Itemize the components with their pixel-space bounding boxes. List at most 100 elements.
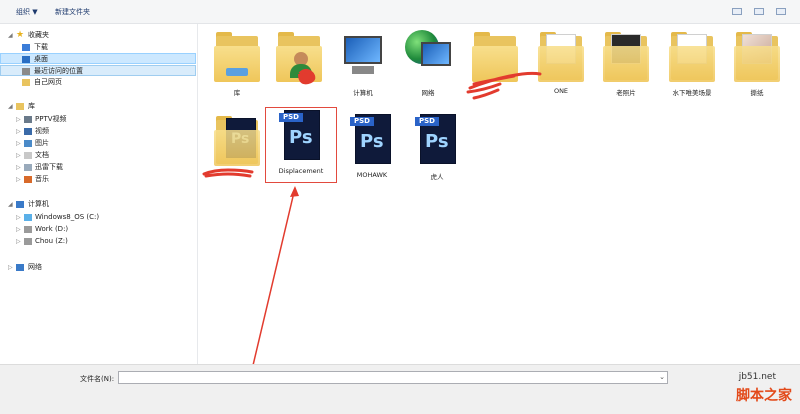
nav-library[interactable]: ◢ 库 — [0, 101, 196, 112]
documents-library-icon — [24, 152, 32, 159]
folder-icon — [536, 28, 586, 84]
nav-item-label: Chou (Z:) — [35, 237, 68, 245]
nav-item-thunder[interactable]: ▷ 迅雷下载 — [0, 162, 196, 173]
nav-network[interactable]: ▷ 网络 — [0, 262, 196, 273]
item-psd-displacement[interactable]: PSD Ps Displacement — [265, 107, 337, 183]
psd-file-icon: PSD Ps — [412, 112, 462, 168]
new-folder-button[interactable]: 新建文件夹 — [55, 7, 90, 17]
nav-item-pictures[interactable]: ▷ 图片 — [0, 138, 196, 149]
nav-favorites[interactable]: ◢ ★ 收藏夹 — [0, 30, 196, 41]
nav-item-desktop[interactable]: 桌面 — [0, 53, 196, 64]
expand-icon[interactable]: ▷ — [16, 236, 21, 247]
video-library-icon — [24, 116, 32, 123]
network-icon — [403, 28, 453, 84]
expand-icon[interactable]: ▷ — [16, 150, 21, 161]
expand-icon[interactable]: ▷ — [8, 262, 13, 273]
system-drive-icon — [24, 214, 32, 221]
collapse-icon[interactable]: ◢ — [8, 101, 13, 112]
filename-bar: 文件名(N): ⌄ — [0, 364, 800, 414]
nav-item-webpages[interactable]: 自己网页 — [0, 77, 196, 88]
folder-icon — [667, 28, 717, 84]
item-label: 水下唯美场景 — [672, 89, 712, 97]
item-user[interactable] — [268, 28, 330, 87]
nav-item-recent[interactable]: 最近访问的位置 — [0, 65, 196, 76]
nav-library-label: 库 — [28, 102, 35, 110]
watermark-brand: 脚本之家 — [736, 388, 792, 404]
nav-computer[interactable]: ◢ 计算机 — [0, 199, 196, 210]
item-label: 计算机 — [353, 89, 373, 97]
toolbar: 组织 ▼ 新建文件夹 — [0, 0, 800, 24]
item-folder-one[interactable]: ONE — [530, 28, 592, 95]
item-folder-old-photos[interactable]: 老照片 — [595, 28, 657, 97]
view-options-icon[interactable] — [732, 8, 742, 15]
psd-ps-text: Ps — [425, 131, 449, 152]
item-psd-tiger-man[interactable]: PSD Ps 虎人 — [406, 112, 468, 181]
preview-pane-icon[interactable] — [754, 8, 764, 15]
chevron-down-icon[interactable]: ⌄ — [659, 373, 665, 381]
nav-item-music[interactable]: ▷ 音乐 — [0, 174, 196, 185]
item-folder-underwater[interactable]: 水下唯美场景 — [661, 28, 723, 97]
psd-tag-text: PSD — [279, 113, 303, 122]
navigation-pane: ◢ ★ 收藏夹 下载 桌面 最近访问的位置 自己网页 ◢ 库 ▷ PPTV视频 … — [0, 24, 198, 364]
network-drive-icon — [24, 238, 32, 245]
help-icon[interactable] — [776, 8, 786, 15]
collapse-icon[interactable]: ◢ — [8, 199, 13, 210]
filename-label: 文件名(N): — [80, 375, 115, 383]
nav-item-drive-d[interactable]: ▷ Work (D:) — [0, 224, 196, 235]
nav-network-label: 网络 — [28, 263, 42, 271]
file-list: 库 计算机 网络 ONE 老照片 水下唯美场景 撕纸 PSD Ps Displa… — [199, 24, 800, 364]
nav-item-drive-z[interactable]: ▷ Chou (Z:) — [0, 236, 196, 247]
item-psd-mohawk[interactable]: PSD Ps MOHAWK — [341, 112, 403, 179]
psd-tag-text: PSD — [350, 117, 374, 126]
organize-button[interactable]: 组织 ▼ — [16, 7, 38, 17]
expand-icon[interactable]: ▷ — [16, 212, 21, 223]
item-label: 库 — [233, 89, 241, 97]
nav-item-label: 下载 — [34, 43, 48, 51]
expand-icon[interactable]: ▷ — [16, 174, 21, 185]
nav-item-downloads[interactable]: 下载 — [0, 42, 196, 53]
psd-folder-icon: Ps — [212, 112, 262, 168]
nav-item-label: Work (D:) — [35, 225, 69, 233]
psd-tag-text: PSD — [415, 117, 439, 126]
nav-item-label: 音乐 — [35, 175, 49, 183]
nav-item-drive-c[interactable]: ▷ Windows8_OS (C:) — [0, 212, 196, 223]
item-folder-torn-paper[interactable]: 撕纸 — [726, 28, 788, 97]
item-label: 老照片 — [616, 89, 636, 97]
item-psd-folder[interactable]: Ps — [206, 112, 268, 171]
psd-file-icon: PSD Ps — [347, 112, 397, 168]
item-label: 网络 — [421, 89, 435, 97]
expand-icon[interactable]: ▷ — [16, 126, 21, 137]
item-label: 虎人 — [430, 173, 444, 181]
folder-icon — [470, 28, 520, 84]
video-library-icon — [24, 128, 32, 135]
library-icon — [16, 103, 24, 110]
folder-icon — [732, 28, 782, 84]
expand-icon[interactable]: ▷ — [16, 138, 21, 149]
recent-places-icon — [22, 68, 30, 75]
user-folder-icon — [274, 28, 324, 84]
item-network[interactable]: 网络 — [397, 28, 459, 97]
download-icon — [22, 44, 30, 51]
filename-input[interactable]: ⌄ — [118, 371, 668, 384]
item-computer[interactable]: 计算机 — [332, 28, 394, 97]
drive-icon — [24, 226, 32, 233]
library-folder-icon — [212, 28, 262, 84]
expand-icon[interactable]: ▷ — [16, 162, 21, 173]
collapse-icon[interactable]: ◢ — [8, 30, 13, 41]
desktop-icon — [22, 56, 30, 63]
nav-item-videos[interactable]: ▷ 视频 — [0, 126, 196, 137]
nav-item-label: PPTV视频 — [35, 115, 67, 123]
download-library-icon — [24, 164, 32, 171]
computer-icon — [338, 28, 388, 84]
nav-item-pptv[interactable]: ▷ PPTV视频 — [0, 114, 196, 125]
expand-icon[interactable]: ▷ — [16, 114, 21, 125]
item-library[interactable]: 库 — [206, 28, 268, 97]
nav-item-label: 图片 — [35, 139, 49, 147]
network-icon — [16, 264, 24, 271]
nav-item-label: 桌面 — [34, 55, 48, 63]
nav-item-documents[interactable]: ▷ 文档 — [0, 150, 196, 161]
folder-icon — [22, 79, 30, 86]
item-folder[interactable] — [464, 28, 526, 87]
expand-icon[interactable]: ▷ — [16, 224, 21, 235]
item-label: 撕纸 — [750, 89, 764, 97]
